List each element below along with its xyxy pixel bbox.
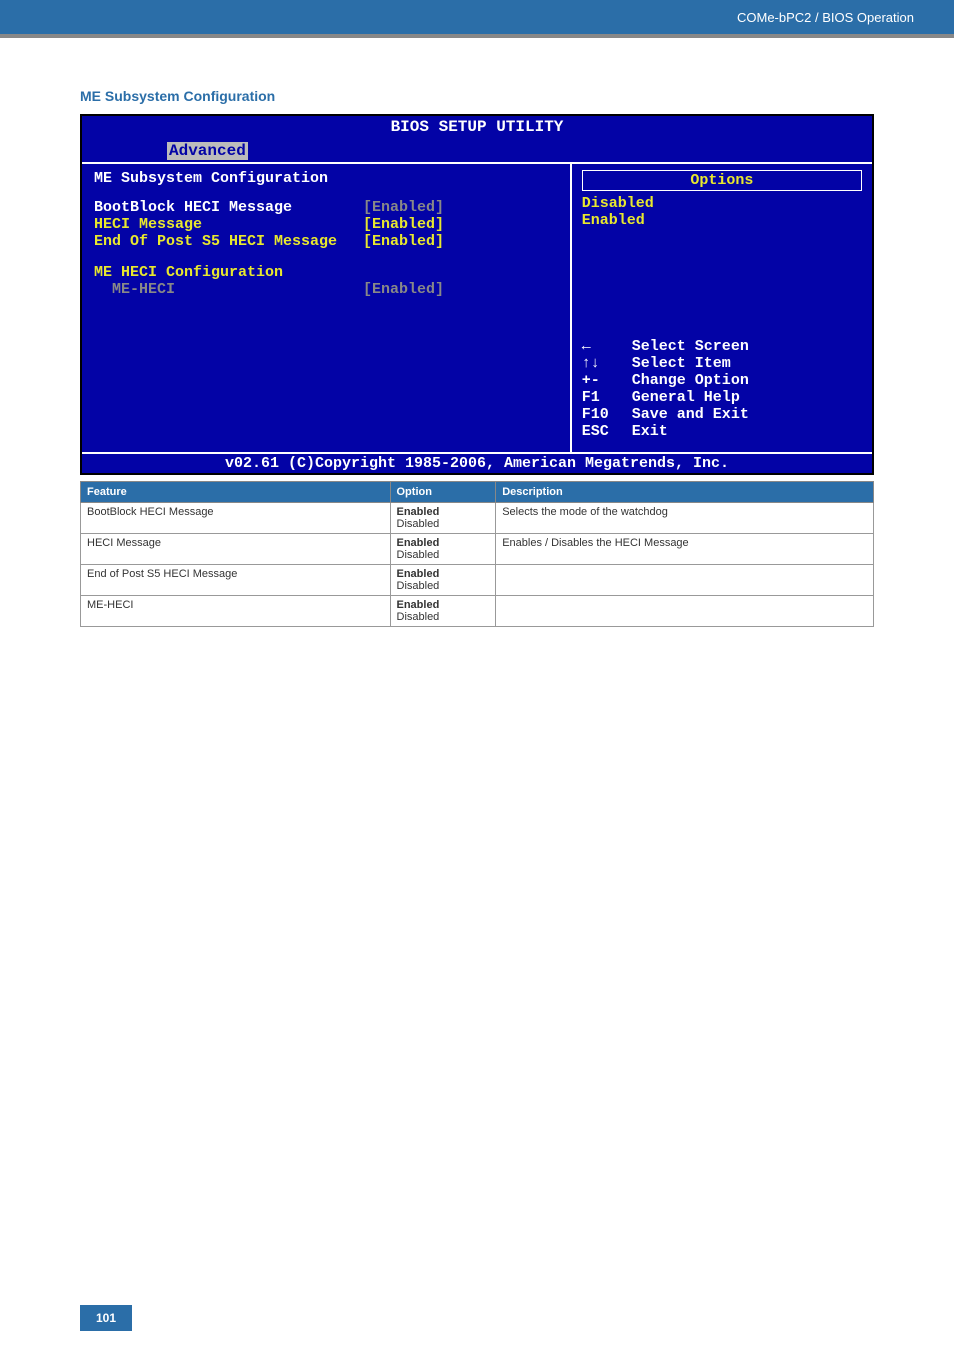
nav-block: ←Select Screen ↑↓Select Item +-Change Op… bbox=[582, 338, 862, 440]
table-row: End of Post S5 HECI Message EnabledDisab… bbox=[81, 565, 874, 596]
nav-key: ↑↓ bbox=[582, 355, 632, 372]
bios-body: ME Subsystem Configuration BootBlock HEC… bbox=[82, 162, 872, 452]
section-title: ME Subsystem Configuration bbox=[80, 88, 874, 104]
page-number: 101 bbox=[80, 1305, 132, 1331]
bios-right-panel: Options Disabled Enabled ←Select Screen … bbox=[572, 162, 872, 452]
nav-label: Select Screen bbox=[632, 338, 749, 355]
bios-top-bar: BIOS SETUP UTILITY Advanced bbox=[82, 116, 872, 162]
nav-key: ESC bbox=[582, 423, 632, 440]
nav-key: +- bbox=[582, 372, 632, 389]
cell-feature: End of Post S5 HECI Message bbox=[81, 565, 391, 596]
bios-banner: BIOS SETUP UTILITY bbox=[82, 118, 872, 136]
options-header: Options bbox=[582, 170, 862, 191]
nav-change-option: +-Change Option bbox=[582, 372, 862, 389]
feature-table: Feature Option Description BootBlock HEC… bbox=[80, 481, 874, 627]
cell-option: EnabledDisabled bbox=[390, 596, 496, 627]
nav-save-exit: F10Save and Exit bbox=[582, 406, 862, 423]
nav-label: Select Item bbox=[632, 355, 731, 372]
cell-desc bbox=[496, 596, 874, 627]
breadcrumb: COMe-bPC2 / BIOS Operation bbox=[737, 10, 914, 25]
opt-bold: Enabled bbox=[397, 568, 440, 580]
cell-desc: Enables / Disables the HECI Message bbox=[496, 534, 874, 565]
nav-label: Change Option bbox=[632, 372, 749, 389]
nav-label: General Help bbox=[632, 389, 740, 406]
bios-group-label: ME HECI Configuration bbox=[94, 264, 558, 281]
option-enabled[interactable]: Enabled bbox=[582, 212, 862, 229]
bios-item-value: [Enabled] bbox=[363, 281, 558, 298]
nav-exit: ESCExit bbox=[582, 423, 862, 440]
cell-feature: ME-HECI bbox=[81, 596, 391, 627]
opt-plain: Disabled bbox=[397, 580, 440, 592]
bios-item-value: [Enabled] bbox=[363, 216, 558, 233]
bios-item-meheci[interactable]: ME-HECI [Enabled] bbox=[94, 281, 558, 298]
nav-key: F10 bbox=[582, 406, 632, 423]
bios-screenshot: BIOS SETUP UTILITY Advanced ME Subsystem… bbox=[80, 114, 874, 475]
col-description: Description bbox=[496, 482, 874, 503]
bios-item-value: [Enabled] bbox=[363, 199, 558, 216]
opt-bold: Enabled bbox=[397, 599, 440, 611]
col-option: Option bbox=[390, 482, 496, 503]
bios-item-endofpost[interactable]: End Of Post S5 HECI Message [Enabled] bbox=[94, 233, 558, 250]
table-row: BootBlock HECI Message EnabledDisabled S… bbox=[81, 503, 874, 534]
panel-title: ME Subsystem Configuration bbox=[94, 170, 558, 187]
nav-general-help: F1General Help bbox=[582, 389, 862, 406]
opt-bold: Enabled bbox=[397, 537, 440, 549]
cell-desc bbox=[496, 565, 874, 596]
opt-plain: Disabled bbox=[397, 518, 440, 530]
cell-option: EnabledDisabled bbox=[390, 503, 496, 534]
cell-option: EnabledDisabled bbox=[390, 565, 496, 596]
page-content: ME Subsystem Configuration BIOS SETUP UT… bbox=[0, 38, 954, 627]
cell-option: EnabledDisabled bbox=[390, 534, 496, 565]
bios-item-bootblock[interactable]: BootBlock HECI Message [Enabled] bbox=[94, 199, 558, 216]
bios-item-label: End Of Post S5 HECI Message bbox=[94, 233, 363, 250]
table-row: ME-HECI EnabledDisabled bbox=[81, 596, 874, 627]
bios-footer: v02.61 (C)Copyright 1985-2006, American … bbox=[82, 452, 872, 473]
nav-key: F1 bbox=[582, 389, 632, 406]
table-row: HECI Message EnabledDisabled Enables / D… bbox=[81, 534, 874, 565]
bios-item-label: HECI Message bbox=[94, 216, 363, 233]
col-feature: Feature bbox=[81, 482, 391, 503]
bios-item-label: BootBlock HECI Message bbox=[94, 199, 363, 216]
nav-select-screen: ←Select Screen bbox=[582, 338, 862, 355]
opt-bold: Enabled bbox=[397, 506, 440, 518]
nav-select-item: ↑↓Select Item bbox=[582, 355, 862, 372]
opt-plain: Disabled bbox=[397, 611, 440, 623]
cell-feature: HECI Message bbox=[81, 534, 391, 565]
opt-plain: Disabled bbox=[397, 549, 440, 561]
nav-key: ← bbox=[582, 338, 632, 355]
bios-item-label: ME-HECI bbox=[94, 281, 363, 298]
page-header: COMe-bPC2 / BIOS Operation bbox=[0, 0, 954, 38]
options-block: Options Disabled Enabled bbox=[582, 170, 862, 229]
nav-label: Save and Exit bbox=[632, 406, 749, 423]
bios-item-heci[interactable]: HECI Message [Enabled] bbox=[94, 216, 558, 233]
table-header-row: Feature Option Description bbox=[81, 482, 874, 503]
bios-item-value: [Enabled] bbox=[363, 233, 558, 250]
cell-feature: BootBlock HECI Message bbox=[81, 503, 391, 534]
option-disabled[interactable]: Disabled bbox=[582, 195, 862, 212]
bios-left-panel: ME Subsystem Configuration BootBlock HEC… bbox=[82, 162, 572, 452]
cell-desc: Selects the mode of the watchdog bbox=[496, 503, 874, 534]
bios-tab-advanced[interactable]: Advanced bbox=[167, 142, 248, 160]
nav-label: Exit bbox=[632, 423, 668, 440]
